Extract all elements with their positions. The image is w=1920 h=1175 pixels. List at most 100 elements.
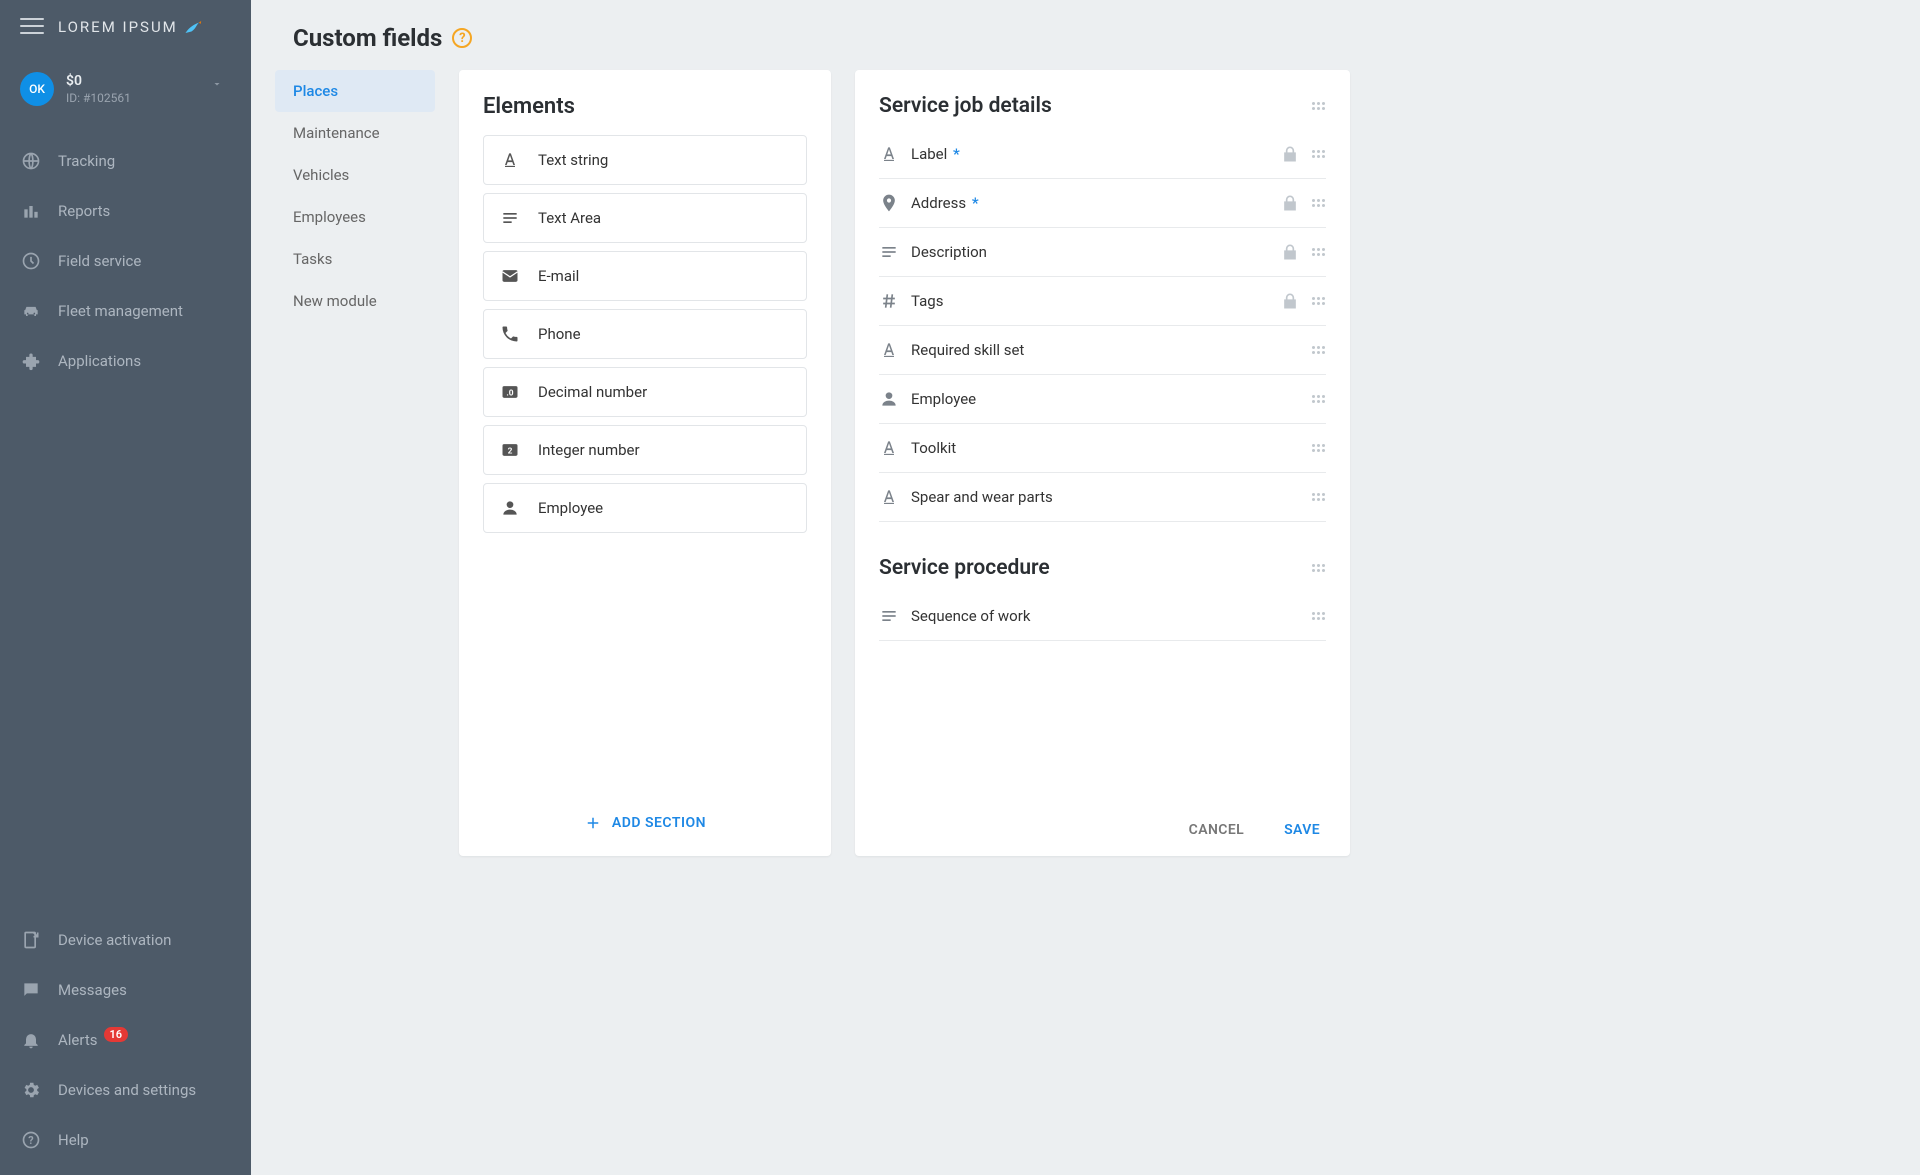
- drag-handle-icon[interactable]: [1310, 297, 1326, 305]
- drag-handle-icon[interactable]: [1310, 102, 1326, 110]
- lock-icon: [1280, 193, 1298, 213]
- section-title: Service job details: [879, 94, 1052, 118]
- sidebar-item-alerts[interactable]: Alerts16: [0, 1015, 251, 1065]
- drag-handle-icon[interactable]: [1310, 346, 1326, 354]
- element-decimal-number[interactable]: .0Decimal number: [483, 367, 807, 417]
- tab-maintenance[interactable]: Maintenance: [275, 112, 435, 154]
- tab-employees[interactable]: Employees: [275, 196, 435, 238]
- sidebar-item-applications[interactable]: Applications: [0, 336, 251, 386]
- user-balance: $0: [66, 73, 131, 89]
- element-label: Text Area: [538, 209, 601, 227]
- field-row-employee[interactable]: Employee: [879, 375, 1326, 424]
- field-label: Spear and wear parts: [911, 488, 1298, 506]
- sidebar-item-field-service[interactable]: Field service: [0, 236, 251, 286]
- element-phone[interactable]: Phone: [483, 309, 807, 359]
- drag-handle-icon[interactable]: [1310, 248, 1326, 256]
- sidebar-item-reports[interactable]: Reports: [0, 186, 251, 236]
- lock-icon: [1280, 242, 1298, 262]
- field-row-required-skill-set[interactable]: Required skill set: [879, 326, 1326, 375]
- decimal-icon: .0: [500, 382, 520, 402]
- main: Custom fields ? PlacesMaintenanceVehicle…: [251, 0, 1920, 1175]
- sidebar-item-label: Reports: [58, 202, 110, 220]
- drag-handle-icon[interactable]: [1310, 564, 1326, 572]
- car-icon: [20, 300, 42, 322]
- nav-primary: Tracking Reports Field service Fleet manage…: [0, 136, 251, 386]
- sidebar-item-fleet-management[interactable]: Fleet management: [0, 286, 251, 336]
- sidebar-item-help[interactable]: ? Help: [0, 1115, 251, 1165]
- drag-handle-icon[interactable]: [1310, 612, 1326, 620]
- user-id: ID: #102561: [66, 91, 131, 105]
- field-label: Address *: [911, 194, 1268, 212]
- sidebar-item-label: Device activation: [58, 931, 171, 949]
- page-title: Custom fields: [293, 24, 442, 52]
- field-row-toolkit[interactable]: Toolkit: [879, 424, 1326, 473]
- element-text-string[interactable]: Text string: [483, 135, 807, 185]
- bell-icon: [20, 1029, 42, 1051]
- sidebar-item-label: Applications: [58, 352, 141, 370]
- cancel-button[interactable]: CANCEL: [1189, 822, 1244, 838]
- element-label: Employee: [538, 499, 603, 517]
- drag-handle-icon[interactable]: [1310, 199, 1326, 207]
- text-icon: [879, 340, 899, 360]
- save-button[interactable]: SAVE: [1284, 822, 1320, 838]
- lock-icon: [1280, 144, 1298, 164]
- user-menu[interactable]: OK $0 ID: #102561: [20, 64, 231, 128]
- field-row-label[interactable]: Label *: [879, 130, 1326, 179]
- gear-icon: [20, 1079, 42, 1101]
- hash-icon: [879, 291, 899, 311]
- lock-icon: [1280, 291, 1298, 311]
- drag-handle-icon[interactable]: [1310, 150, 1326, 158]
- svg-text:?: ?: [28, 1134, 33, 1147]
- element-employee[interactable]: Employee: [483, 483, 807, 533]
- tab-places[interactable]: Places: [275, 70, 435, 112]
- sidebar-item-messages[interactable]: Messages: [0, 965, 251, 1015]
- brand: LOREM IPSUM: [58, 18, 202, 36]
- field-row-tags[interactable]: Tags: [879, 277, 1326, 326]
- sidebar-item-device-activation[interactable]: Device activation: [0, 915, 251, 965]
- section-header: Service procedure: [879, 556, 1326, 580]
- elements-title: Elements: [483, 94, 807, 119]
- required-indicator: *: [949, 145, 959, 163]
- element-integer-number[interactable]: 2Integer number: [483, 425, 807, 475]
- actions-bar: CANCEL SAVE: [879, 804, 1326, 838]
- chevron-down-icon: [211, 78, 223, 90]
- element-e-mail[interactable]: E-mail: [483, 251, 807, 301]
- drag-handle-icon[interactable]: [1310, 493, 1326, 501]
- elements-card: Elements Text string Text Area E-mail Phone…: [459, 70, 831, 856]
- field-row-spear-and-wear-parts[interactable]: Spear and wear parts: [879, 473, 1326, 522]
- drag-handle-icon[interactable]: [1310, 395, 1326, 403]
- element-label: Text string: [538, 151, 608, 169]
- tab-vehicles[interactable]: Vehicles: [275, 154, 435, 196]
- tab-tasks[interactable]: Tasks: [275, 238, 435, 280]
- sidebar-item-tracking[interactable]: Tracking: [0, 136, 251, 186]
- text-icon: [879, 144, 899, 164]
- help-icon[interactable]: ?: [452, 28, 472, 48]
- element-label: Phone: [538, 325, 581, 343]
- textarea-icon: [500, 208, 520, 228]
- field-row-description[interactable]: Description: [879, 228, 1326, 277]
- add-section-button[interactable]: ADD SECTION: [483, 802, 807, 838]
- section-title: Service procedure: [879, 556, 1050, 580]
- drag-handle-icon[interactable]: [1310, 444, 1326, 452]
- sidebar-item-label: Fleet management: [58, 302, 183, 320]
- element-text-area[interactable]: Text Area: [483, 193, 807, 243]
- field-row-address[interactable]: Address *: [879, 179, 1326, 228]
- person-icon: [500, 498, 520, 518]
- details-card: Service job details Label * Address * Descr…: [855, 70, 1350, 856]
- sidebar-item-label: Messages: [58, 981, 127, 999]
- avatar: OK: [20, 72, 54, 106]
- sidebar-item-label: Help: [58, 1131, 89, 1149]
- field-label: Description: [911, 243, 1268, 261]
- sidebar-item-label: Field service: [58, 252, 141, 270]
- brand-label: LOREM IPSUM: [58, 18, 178, 36]
- message-icon: [20, 979, 42, 1001]
- integer-icon: 2: [500, 440, 520, 460]
- sidebar-item-devices-and-settings[interactable]: Devices and settings: [0, 1065, 251, 1115]
- mail-icon: [500, 266, 520, 286]
- textarea-icon: [879, 606, 899, 626]
- textarea-icon: [879, 242, 899, 262]
- person-icon: [879, 389, 899, 409]
- tab-new-module[interactable]: New module: [275, 280, 435, 322]
- field-row-sequence-of-work[interactable]: Sequence of work: [879, 592, 1326, 641]
- menu-toggle-button[interactable]: [20, 18, 44, 36]
